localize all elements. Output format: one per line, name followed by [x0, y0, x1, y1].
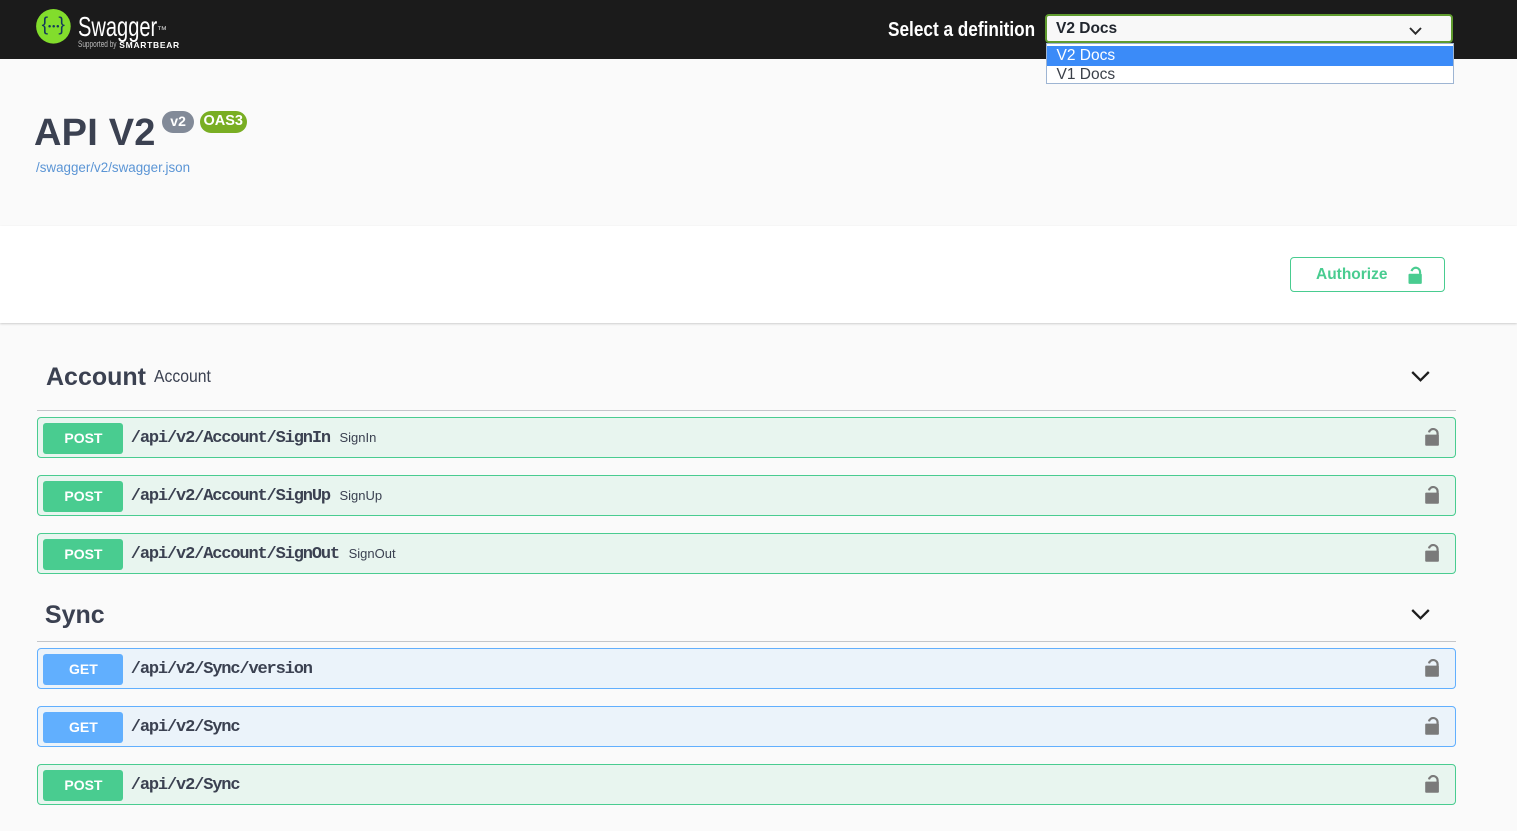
svg-text:{: { — [41, 13, 48, 35]
svg-text:}: } — [58, 13, 65, 35]
